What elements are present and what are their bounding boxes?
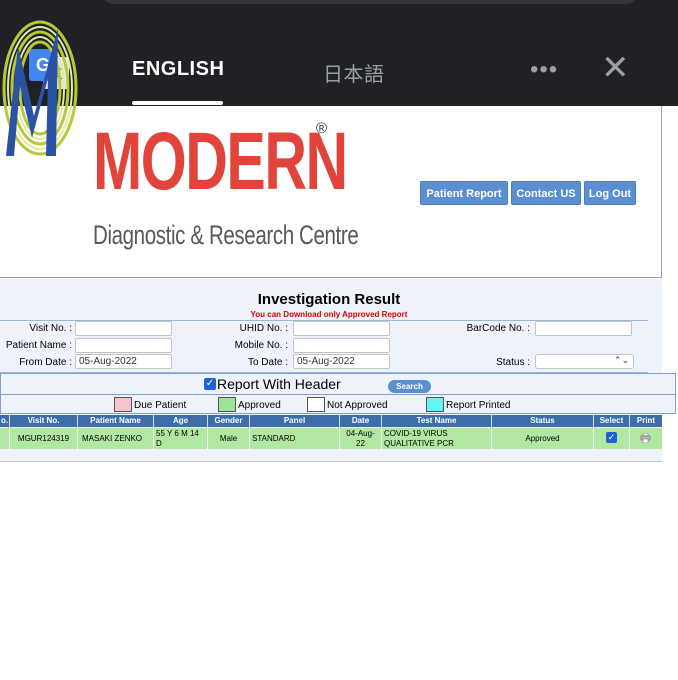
brand-tagline: Diagnostic & Research Centre (93, 220, 359, 250)
test-name-line: COVID-19 VIRUS (384, 428, 448, 438)
col-header: Status (492, 415, 594, 427)
to-date-input[interactable]: 05-Aug-2022 (293, 354, 390, 369)
date-line: 04-Aug- (346, 428, 375, 438)
tab-english[interactable]: ENGLISH (132, 58, 224, 81)
col-header: Test Name (382, 415, 492, 427)
status-label: Status : (496, 357, 530, 368)
registered-mark: ® (316, 120, 328, 137)
mobile-no-label: Mobile No. : (234, 340, 288, 351)
not-approved-swatch (307, 397, 325, 412)
barcode-no-input[interactable] (535, 321, 632, 336)
date-line: 22 (356, 438, 365, 448)
top-pill (100, 0, 640, 4)
page-title: Investigation Result (257, 291, 401, 308)
patient-name-label: Patient Name : (5, 340, 72, 351)
patient-name-cell: MASAKI ZENKO (78, 428, 154, 449)
row-select-checkbox[interactable]: ✓ (606, 432, 617, 443)
updown-chevron-icon: ⌃⌄ (613, 355, 629, 365)
divider (0, 461, 662, 462)
panel-cell: STANDARD (250, 428, 340, 449)
approved-legend: Approved (238, 400, 281, 411)
uhid-no-input[interactable] (293, 321, 390, 336)
col-header: Age (154, 415, 208, 427)
mobile-no-input[interactable] (293, 338, 390, 353)
col-header: o. (0, 415, 10, 427)
visit-no-input[interactable] (75, 321, 172, 336)
due-patient-swatch (114, 397, 132, 412)
close-icon[interactable]: ✕ (601, 51, 630, 85)
test-name-cell: COVID-19 VIRUS QUALITATIVE PCR (382, 428, 492, 449)
log-out-button[interactable]: Log Out (584, 181, 636, 205)
report-with-header-checkbox[interactable]: ✓ (204, 378, 216, 390)
report-printed-legend: Report Printed (446, 400, 511, 411)
col-header: Panel (250, 415, 340, 427)
col-header: Patient Name (78, 415, 154, 427)
brand-name: MODERN (93, 116, 348, 207)
translate-bar (0, 0, 678, 106)
from-date-label: From Date : (19, 357, 72, 368)
age-cell: 55 Y 6 M 14 D (154, 428, 208, 449)
report-with-header-label: Report With Header (217, 376, 341, 392)
modern-logo-icon (2, 20, 78, 156)
not-approved-legend: Not Approved (327, 400, 388, 411)
to-date-label: To Date : (247, 357, 288, 368)
download-notice: You can Download only Approved Report (250, 310, 408, 319)
patient-name-input[interactable] (75, 338, 172, 353)
col-header: Date (340, 415, 382, 427)
barcode-no-label: BarCode No. : (466, 323, 530, 334)
col-header: Visit No. (10, 415, 78, 427)
row-number-cell (0, 428, 10, 449)
col-header: Gender (208, 415, 250, 427)
test-name-line: QUALITATIVE PCR (384, 438, 454, 448)
search-button[interactable]: Search (388, 380, 431, 393)
col-header: Print (636, 416, 656, 425)
printer-icon[interactable] (640, 433, 651, 443)
age-line: 55 Y 6 M 14 (156, 428, 199, 438)
status-select[interactable]: ⌃⌄ (535, 354, 634, 369)
gender-cell: Male (208, 428, 250, 449)
from-date-input[interactable]: 05-Aug-2022 (75, 354, 172, 369)
contact-us-button[interactable]: Contact US (511, 181, 581, 205)
tab-japanese[interactable]: 日本語 (323, 58, 385, 87)
report-printed-swatch (426, 397, 444, 412)
date-cell: 04-Aug- 22 (340, 428, 382, 449)
more-options-icon[interactable]: ••• (530, 56, 558, 84)
patient-report-button[interactable]: Patient Report (420, 181, 508, 205)
col-header: Select (594, 415, 630, 427)
approved-swatch (218, 397, 236, 412)
status-cell: Approved (492, 428, 594, 449)
active-tab-indicator (132, 101, 223, 105)
due-patient-legend: Due Patient (134, 400, 187, 411)
age-line: D (156, 438, 162, 448)
uhid-no-label: UHID No. : (239, 323, 288, 334)
visit-no-cell: MGUR124319 (10, 428, 78, 449)
visit-no-label: Visit No. : (29, 323, 72, 334)
